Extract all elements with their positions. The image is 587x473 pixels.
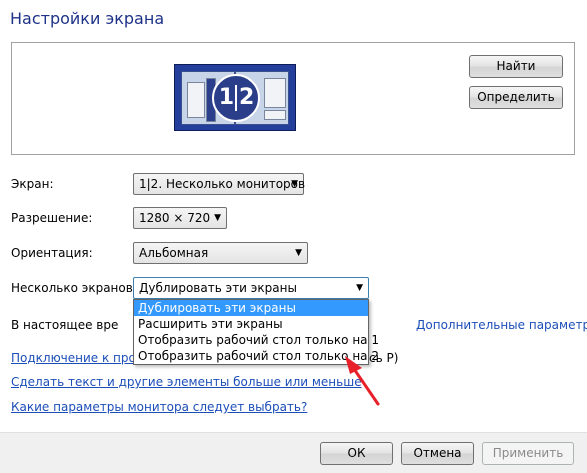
chevron-down-icon: ▼ [295,248,302,258]
monitor-icon[interactable]: 12 [174,64,296,131]
dropdown-option-only-2[interactable]: Отобразить рабочий стол только на 2 [134,348,379,364]
ok-button[interactable]: ОК [320,442,393,465]
advanced-settings-link[interactable]: Дополнительные параметры [416,318,587,332]
screen-select[interactable]: 1|2. Несколько мониторов ▼ [133,173,306,195]
dropdown-option-extend[interactable]: Расширить эти экраны [134,316,368,332]
chevron-down-icon: ▼ [291,179,298,189]
orientation-select-value: Альбомная [139,246,209,260]
identify-button[interactable]: Найти [469,55,563,78]
orientation-label: Ориентация: [11,246,93,260]
resolution-select[interactable]: 1280 × 720 ▼ [133,207,227,229]
chevron-down-icon: ▼ [214,213,221,223]
multiple-displays-select-value: Дублировать эти экраны [139,281,297,295]
orientation-select[interactable]: Альбомная ▼ [133,242,308,264]
dropdown-option-duplicate[interactable]: Дублировать эти экраны [134,300,368,316]
multiple-displays-label: Несколько экранов: [11,281,137,295]
screen-label: Экран: [11,177,54,191]
monitor-arrangement-panel: 12 Найти Определить [11,42,575,155]
screen-select-value: 1|2. Несколько мониторов [139,177,306,191]
detect-button[interactable]: Определить [469,86,563,109]
multiple-displays-select[interactable]: Дублировать эти экраны ▼ [133,277,369,299]
dialog-footer: ОК Отмена Применить [0,433,587,473]
text-size-link[interactable]: Сделать текст и другие элементы больше и… [11,375,362,389]
multiple-displays-dropdown-list: Дублировать эти экраны Расширить эти экр… [133,299,379,365]
chevron-down-icon: ▼ [356,283,363,293]
resolution-select-value: 1280 × 720 [139,211,211,225]
current-setting-text: В настоящее вре [11,318,119,332]
apply-button[interactable]: Применить [482,442,574,465]
connect-projector-link[interactable]: Подключение к проек [11,351,151,365]
cancel-button[interactable]: Отмена [401,442,474,465]
dropdown-option-only-1[interactable]: Отобразить рабочий стол только на 1 [134,332,379,348]
monitor-number-badge: 12 [212,74,260,122]
window-title: Настройки экрана [10,9,165,28]
resolution-label: Разрешение: [11,211,93,225]
which-settings-link[interactable]: Какие параметры монитора следует выбрать… [11,400,307,414]
